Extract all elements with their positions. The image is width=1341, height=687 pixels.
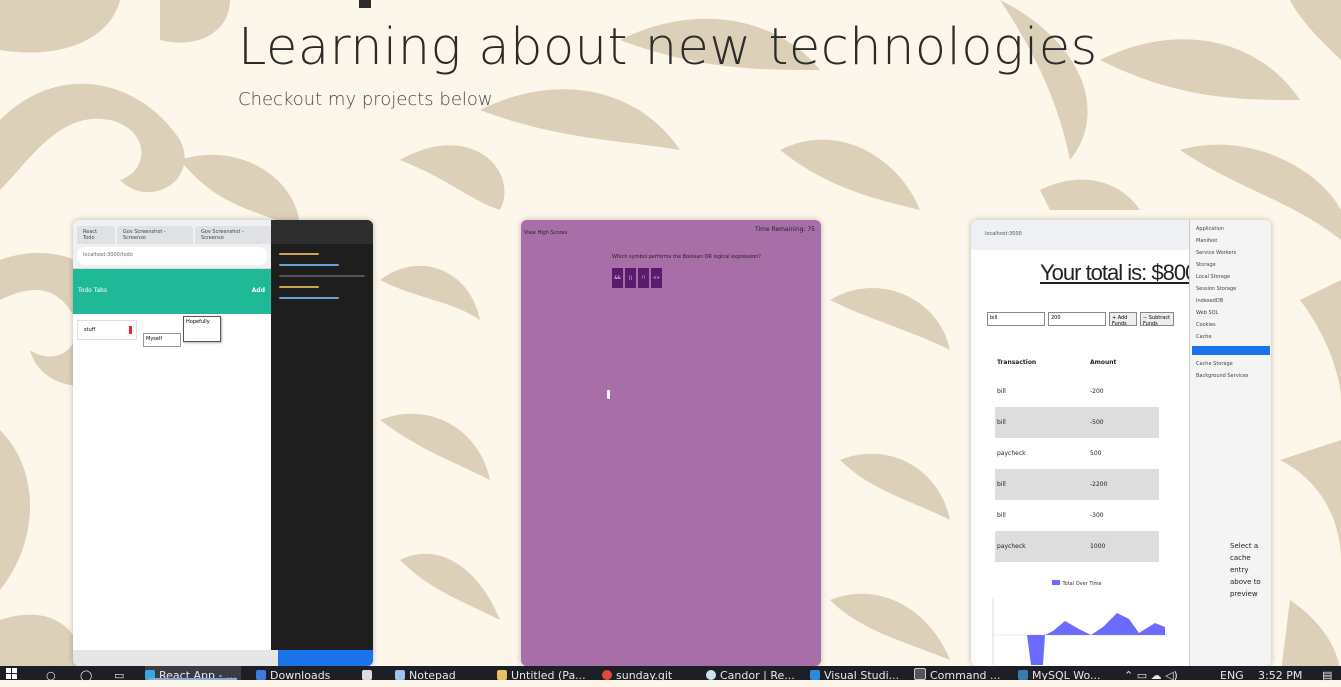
devtools-item: Storage bbox=[1196, 262, 1216, 268]
table-row: bill -300 bbox=[995, 500, 1159, 531]
cell: 1000 bbox=[1090, 543, 1106, 550]
devtools-selected-item bbox=[1192, 346, 1270, 355]
cell: -500 bbox=[1090, 419, 1104, 426]
address-bar: localhost:3000/todo bbox=[77, 247, 267, 265]
column-header: Transaction bbox=[997, 358, 1037, 366]
taskbar-app-command[interactable]: Command ... bbox=[914, 666, 1006, 682]
amount-field: 200 bbox=[1048, 312, 1106, 326]
column-header: Amount bbox=[1090, 358, 1117, 366]
browser-tab: Gov Screenshot - Screenso bbox=[194, 226, 271, 244]
table-row: bill -2200 bbox=[995, 469, 1159, 500]
budget-total: Your total is: $800 bbox=[1040, 260, 1197, 285]
todo-header-action: Add bbox=[251, 287, 265, 294]
todo-header: Todo Tabs Add bbox=[73, 269, 271, 314]
delete-icon bbox=[129, 326, 132, 334]
cell: paycheck bbox=[997, 543, 1026, 550]
devtools-item: Manifest bbox=[1196, 238, 1218, 244]
total-over-time-chart: Total Over Time bbox=[987, 580, 1167, 666]
mouse-cursor-icon bbox=[607, 390, 610, 399]
todo-popup: Hopefully bbox=[183, 316, 221, 342]
cell: -2200 bbox=[1090, 481, 1108, 488]
budget-form: bill 200 + Add Funds − Subtract Funds bbox=[987, 312, 1174, 327]
devtools-item: Cookies bbox=[1196, 322, 1216, 328]
browser-tab: Gov Screenshot - Screenso bbox=[116, 226, 193, 244]
taskbar-app-browser[interactable]: sunday.git bbox=[602, 666, 694, 682]
cell: bill bbox=[997, 512, 1006, 519]
devtools-item: Service Workers bbox=[1196, 250, 1237, 256]
subtract-funds-button: − Subtract Funds bbox=[1140, 312, 1174, 327]
address-bar: localhost:3000 bbox=[985, 231, 1022, 237]
cell: -300 bbox=[1090, 512, 1104, 519]
devtools-item: Web SQL bbox=[1196, 310, 1219, 316]
todo-header-title: Todo Tabs bbox=[78, 287, 107, 294]
table-row: bill -500 bbox=[995, 407, 1159, 438]
todo-item: stuff bbox=[77, 320, 137, 340]
devtools-panel bbox=[271, 220, 373, 666]
browser-chrome: localhost:3000 bbox=[971, 220, 1189, 250]
quiz-answers: && || !! <> bbox=[612, 268, 662, 288]
devtools-item: Local Storage bbox=[1196, 274, 1231, 280]
windows-taskbar: ○ ◯ ▭ React App - ... Downloads Notepad … bbox=[0, 666, 1341, 682]
quiz-question: Which symbol performs the Boolean OR log… bbox=[612, 254, 761, 260]
name-field: bill bbox=[987, 312, 1045, 326]
cell: bill bbox=[997, 481, 1006, 488]
answer-button: && bbox=[612, 268, 623, 288]
taskbar-app-vscode[interactable]: Visual Studi... bbox=[810, 666, 902, 682]
browser-chrome: React Todo Gov Screenshot - Screenso Gov… bbox=[73, 220, 271, 269]
cell: -200 bbox=[1090, 388, 1104, 395]
clock[interactable]: 3:52 PM bbox=[1258, 666, 1308, 682]
devtools-item: Session Storage bbox=[1196, 286, 1237, 292]
devtools-panel: Application Manifest Service Workers Sto… bbox=[1189, 220, 1271, 666]
todo-input: Myself bbox=[143, 333, 181, 347]
todo-item-label: stuff bbox=[84, 327, 96, 333]
cortana-icon[interactable]: ◯ bbox=[80, 666, 96, 682]
devtools-preview-text: Select a cache entry above to preview bbox=[1230, 542, 1261, 598]
table-header: Transaction Amount bbox=[995, 348, 1159, 376]
taskbar-app-notepad[interactable]: Notepad bbox=[395, 666, 485, 682]
card-footer-bar bbox=[73, 650, 373, 666]
devtools-item: Cache bbox=[1196, 334, 1212, 340]
high-scores-link: View High Scores bbox=[524, 230, 568, 236]
taskbar-app-candor[interactable]: Candor | Re... bbox=[706, 666, 798, 682]
project-card-budget[interactable]: localhost:3000 Your total is: $800 bill … bbox=[971, 220, 1271, 666]
devtools-item: IndexedDB bbox=[1196, 298, 1224, 304]
add-funds-button: + Add Funds bbox=[1109, 312, 1137, 327]
cell: 500 bbox=[1090, 450, 1102, 457]
table-row: paycheck 500 bbox=[995, 438, 1159, 469]
taskbar-app-package[interactable] bbox=[362, 666, 382, 680]
devtools-item: Application bbox=[1196, 226, 1224, 232]
transactions-table: Transaction Amount bill -200 bill -500 payc… bbox=[995, 348, 1159, 562]
search-icon[interactable]: ○ bbox=[46, 666, 62, 682]
cell: paycheck bbox=[997, 450, 1026, 457]
system-tray-icons[interactable]: ⌃ ▭ ☁ ◁) bbox=[1124, 666, 1194, 682]
page-subtitle: Checkout my projects below bbox=[238, 89, 493, 110]
taskbar-app-explorer[interactable]: Downloads bbox=[256, 666, 346, 682]
project-card-todo[interactable]: React Todo Gov Screenshot - Screenso Gov… bbox=[73, 220, 373, 666]
task-view-icon[interactable]: ▭ bbox=[114, 666, 130, 682]
taskbar-app-paint[interactable]: Untitled (Pa... bbox=[497, 666, 589, 682]
chart-legend: Total Over Time bbox=[987, 580, 1167, 587]
taskbar-app-mysql[interactable]: MySQL Wo... bbox=[1018, 666, 1110, 682]
devtools-item: Cache Storage bbox=[1196, 361, 1233, 367]
taskbar-app-chrome[interactable]: React App - ... bbox=[145, 666, 241, 682]
windows-start-icon[interactable] bbox=[6, 666, 22, 680]
answer-button: <> bbox=[651, 268, 662, 288]
page-title: Learning about new technologies bbox=[238, 18, 1098, 77]
project-card-quiz[interactable]: View High Scores Time Remaining: 75 Whic… bbox=[521, 220, 821, 666]
cell: bill bbox=[997, 419, 1006, 426]
table-row: paycheck 1000 bbox=[995, 531, 1159, 562]
browser-tab: React Todo bbox=[77, 226, 115, 244]
table-row: bill -200 bbox=[995, 376, 1159, 407]
cell: bill bbox=[997, 388, 1006, 395]
devtools-item: Background Services bbox=[1196, 373, 1249, 379]
text-cursor-fragment bbox=[359, 0, 371, 8]
answer-button: !! bbox=[638, 268, 649, 288]
quiz-timer: Time Remaining: 75 bbox=[754, 226, 815, 233]
answer-button: || bbox=[625, 268, 636, 288]
area-chart bbox=[992, 597, 1167, 665]
notifications-icon[interactable]: ▤ bbox=[1322, 666, 1338, 682]
language-indicator[interactable]: ENG bbox=[1220, 666, 1248, 682]
